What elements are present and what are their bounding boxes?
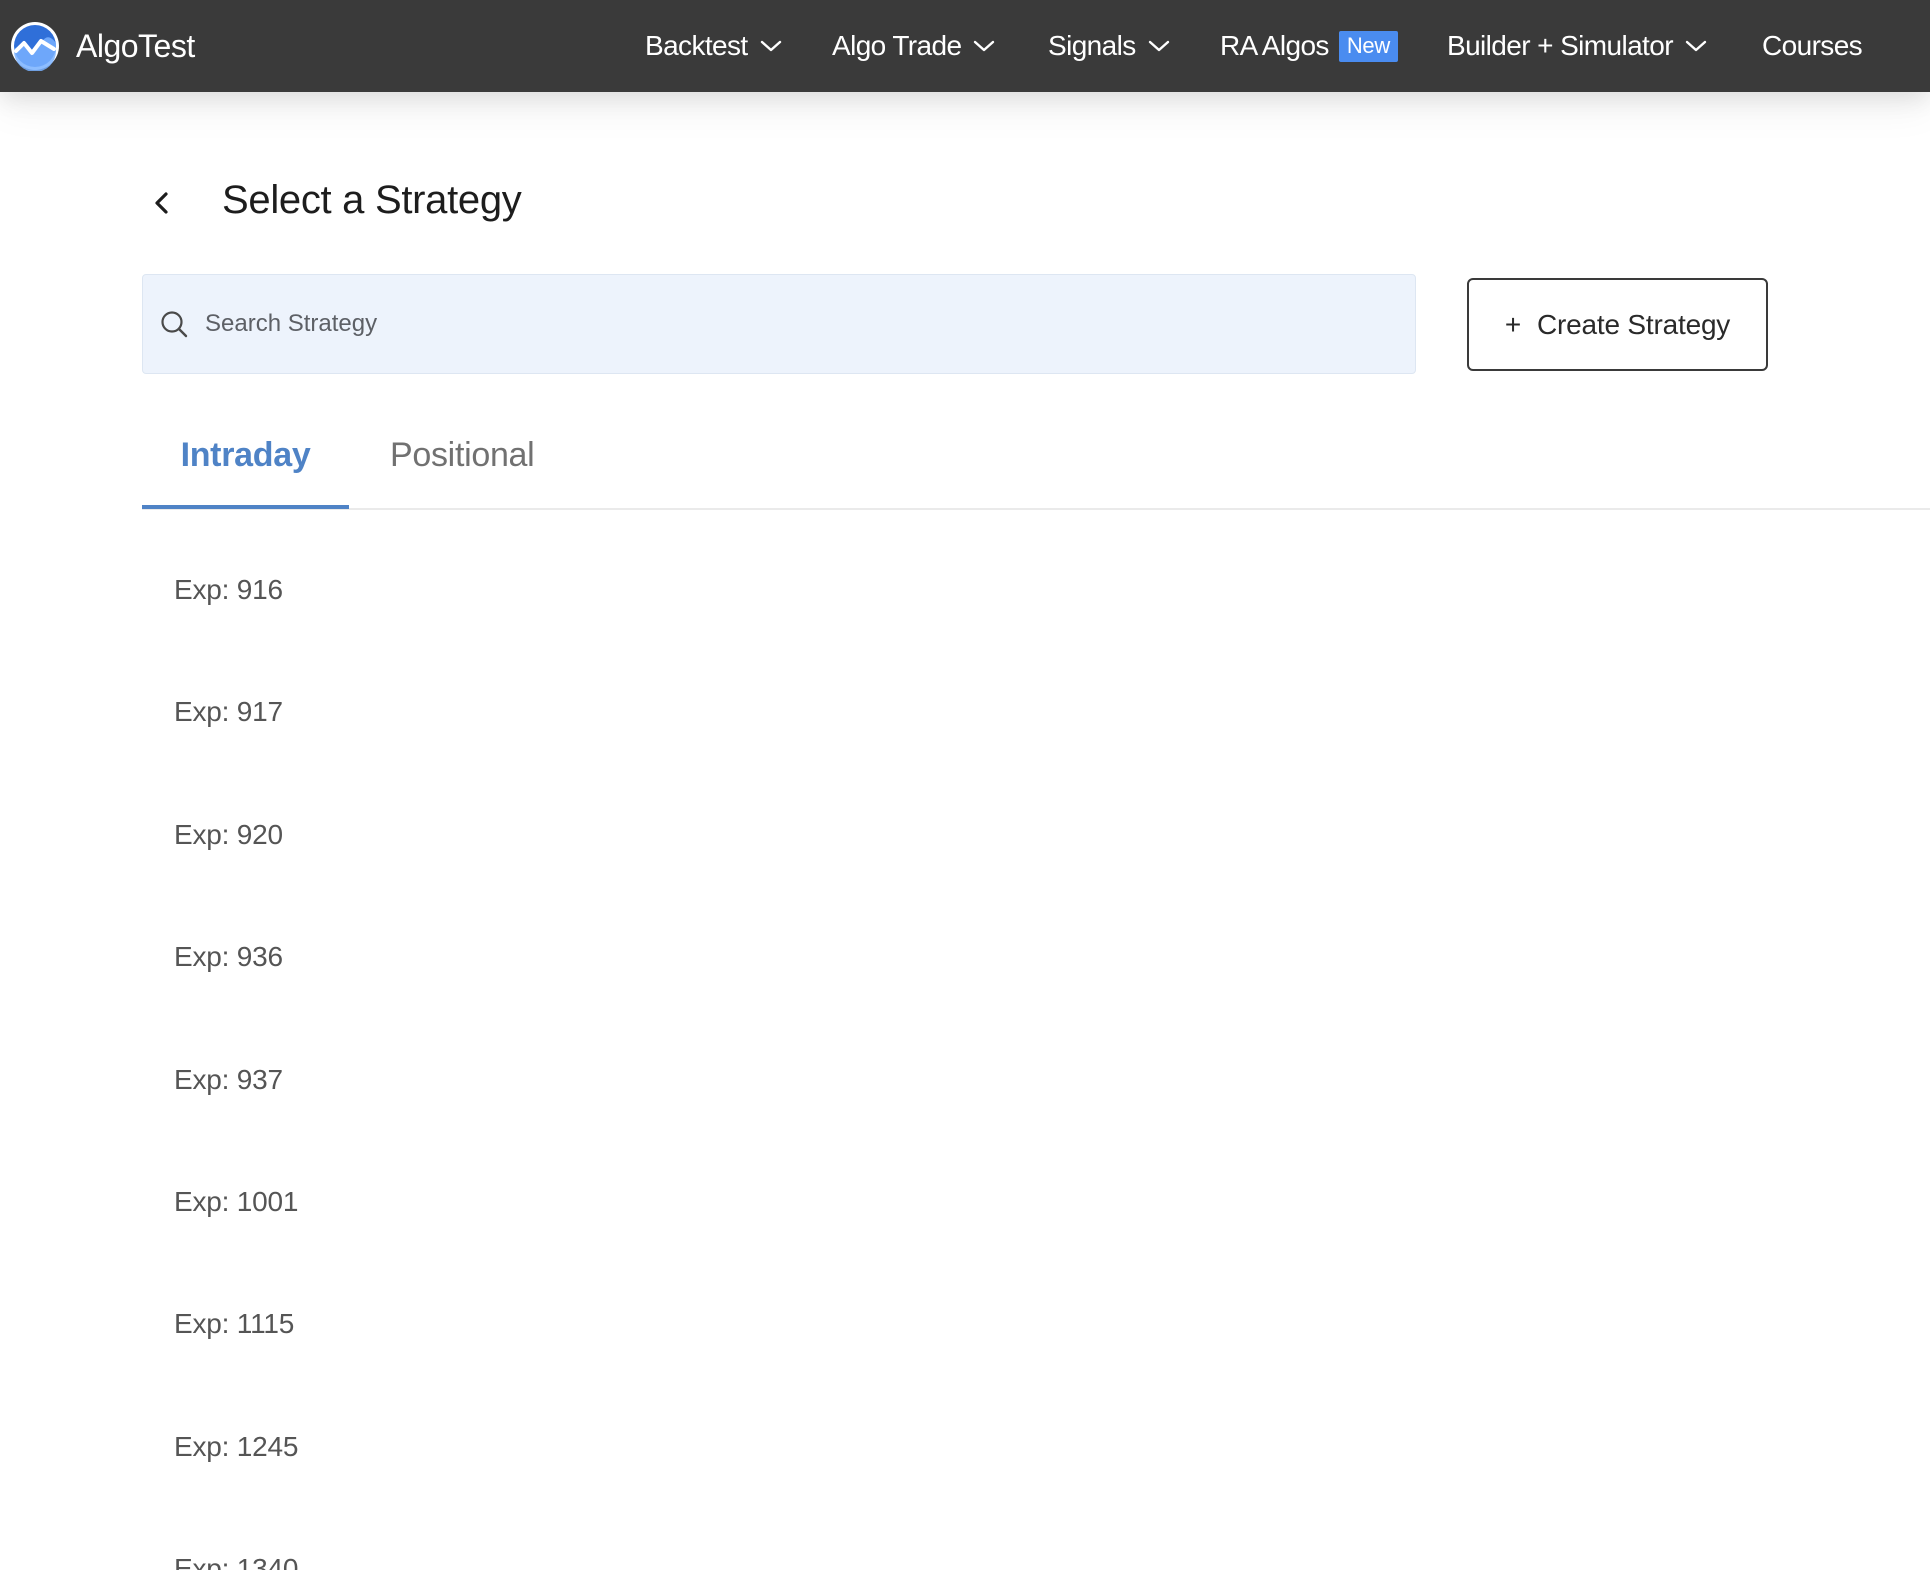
active-tab-indicator [142,505,349,509]
chevron-down-icon [974,40,995,52]
brand-name: AlgoTest [76,27,195,64]
list-item[interactable]: Exp: 1001 [142,1142,1930,1264]
nav-item-label: Signals [1048,30,1136,61]
list-item[interactable]: Exp: 1115 [142,1264,1930,1386]
nav-item-builder-simulator[interactable]: Builder + Simulator [1447,0,1707,92]
list-item[interactable]: Exp: 1340 [142,1509,1930,1570]
nav-item-courses[interactable]: Courses [1762,0,1863,92]
nav-item-label: RA Algos [1220,30,1329,61]
page-title: Select a Strategy [222,178,522,222]
nav-item-signals[interactable]: Signals [1048,0,1170,92]
nav-item-algo-trade[interactable]: Algo Trade [832,0,995,92]
nav-item-label: Backtest [645,30,748,61]
top-navigation-bar: AlgoTest Backtest Algo Trade Signals RA … [0,0,1930,92]
chevron-down-icon [760,40,781,52]
plus-icon: + [1504,308,1522,340]
list-item[interactable]: Exp: 937 [142,1020,1930,1142]
strategy-list: Exp: 916 Exp: 917 Exp: 920 Exp: 936 Exp:… [142,530,1930,1570]
search-box[interactable] [142,274,1416,374]
list-item[interactable]: Exp: 936 [142,897,1930,1019]
tab-intraday[interactable]: Intraday [142,436,349,506]
create-strategy-label: Create Strategy [1537,308,1731,340]
create-strategy-button[interactable]: + Create Strategy [1467,278,1768,371]
list-item[interactable]: Exp: 916 [142,530,1930,652]
tabs-divider [142,508,1930,510]
list-item[interactable]: Exp: 1245 [142,1387,1930,1509]
chevron-down-icon [1148,40,1169,52]
nav-item-backtest[interactable]: Backtest [645,0,782,92]
algotest-logo-icon [11,22,59,71]
nav-item-label: Builder + Simulator [1447,30,1674,61]
tab-positional[interactable]: Positional [390,436,535,506]
search-icon [161,311,188,338]
nav-item-label: Courses [1762,30,1863,61]
chevron-left-icon[interactable] [148,188,174,218]
new-badge: New [1338,30,1398,62]
nav-item-label: Algo Trade [832,30,962,61]
search-input[interactable] [203,293,1415,355]
chevron-down-icon [1685,40,1707,52]
brand[interactable]: AlgoTest [10,21,195,71]
list-item[interactable]: Exp: 917 [142,652,1930,774]
list-item[interactable]: Exp: 920 [142,775,1930,897]
nav-item-ra-algos[interactable]: RA Algos New [1220,0,1398,92]
